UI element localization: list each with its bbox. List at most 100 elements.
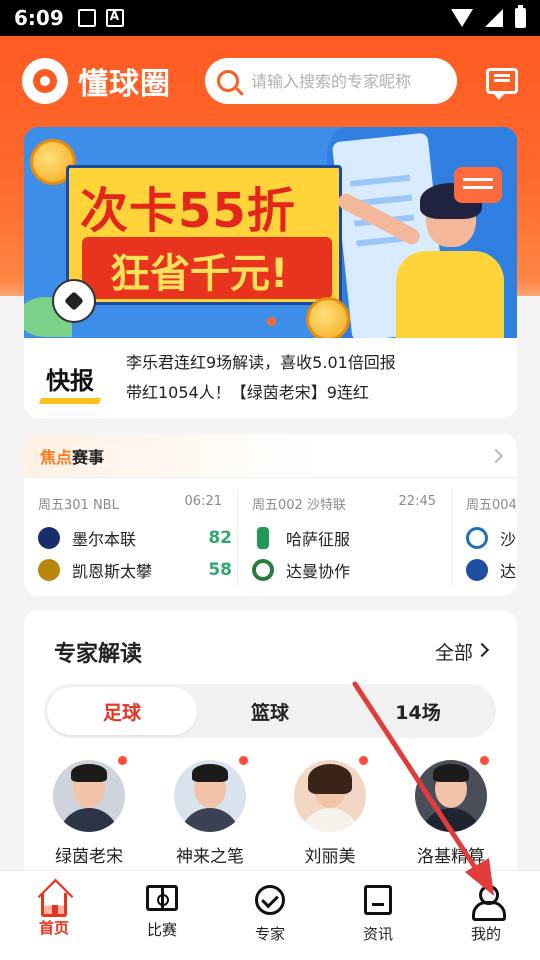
tab-label: 首页 [38, 919, 69, 937]
avatar-suit [421, 808, 481, 832]
tab-label: 专家 [254, 925, 285, 943]
search-bar[interactable] [205, 58, 457, 104]
app-logo-icon [22, 58, 68, 104]
app-name: 懂球圈 [78, 67, 171, 102]
text-notification-icon [105, 9, 124, 27]
news-line: 李乐君连红9场解读，喜收5.01倍回报 [126, 353, 396, 372]
coin-illustration [306, 297, 350, 338]
team-logo-icon [257, 527, 269, 549]
match-strip: 周五301 NBL 06:21 墨尔本联 82 凯恩斯太攀 58 周五002 沙… [24, 486, 517, 596]
search-icon [217, 70, 239, 92]
avatar-suit [180, 808, 240, 832]
team-logo-icon [38, 559, 60, 581]
sport-tabs: 足球 篮球 14场 [44, 684, 496, 738]
team-row-home: 沙 [466, 524, 517, 552]
expert-item[interactable]: 洛基精算 [391, 756, 511, 867]
team-score: 58 [208, 560, 232, 580]
avatar-hair [192, 764, 228, 782]
promo-subline: 狂省千元! [110, 251, 289, 297]
signal-icon [485, 9, 503, 27]
promo-banner[interactable]: 次卡55折 狂省千元! [24, 127, 517, 338]
person-body [396, 251, 504, 338]
team-row-home: 哈萨征服 [252, 524, 448, 552]
chat-bubble-icon [454, 167, 502, 203]
search-input[interactable] [251, 71, 441, 91]
expert-name: 刘丽美 [304, 847, 356, 867]
battery-icon [515, 5, 526, 28]
expert-item[interactable]: 绿茵老宋 [29, 756, 149, 867]
avatar [174, 760, 246, 832]
status-bar: 6:09 [0, 0, 540, 36]
news-tag: 快报 [24, 361, 116, 396]
carousel-indicator [267, 317, 276, 326]
match-time: 22:45 [398, 494, 436, 509]
match-card[interactable]: 周五004 沙 达 [452, 486, 517, 592]
news-ticker[interactable]: 快报 李乐君连红9场解读，喜收5.01倍回报 带红1054人！【绿茵老宋】9连红 [24, 338, 517, 418]
expert-item[interactable]: 刘丽美 [270, 756, 390, 867]
unread-dot [239, 756, 248, 765]
expert-icon [255, 885, 285, 915]
expert-name: 绿茵老宋 [55, 847, 123, 867]
tab-14-matches[interactable]: 14场 [343, 687, 493, 735]
home-icon [41, 893, 67, 917]
view-all-link[interactable]: 全部 [435, 638, 473, 665]
promo-headline: 次卡55折 [80, 183, 296, 239]
match-meta: 周五301 NBL [38, 498, 119, 513]
team-row-away: 凯恩斯太攀 58 [38, 556, 234, 584]
tab-football[interactable]: 足球 [47, 687, 197, 735]
team-name: 达曼协作 [286, 562, 351, 581]
avatar-suit [300, 808, 360, 832]
team-row-home: 墨尔本联 82 [38, 524, 234, 552]
avatar-hair [71, 764, 107, 782]
focus-title: 焦点赛事 [40, 444, 104, 468]
person-illustration [335, 183, 508, 338]
section-title: 专家解读 [54, 642, 143, 667]
expert-name: 洛基精算 [417, 847, 485, 867]
chevron-right-icon[interactable] [474, 642, 490, 658]
avatar-hair [308, 764, 352, 794]
tab-matches[interactable]: 比赛 [108, 885, 216, 940]
team-logo-icon [466, 559, 488, 581]
team-name: 墨尔本联 [72, 530, 137, 549]
match-meta: 周五002 沙特联 [252, 498, 346, 513]
news-line: 带红1054人！【绿茵老宋】9连红 [126, 383, 369, 402]
chevron-right-icon[interactable] [488, 448, 504, 463]
tab-home[interactable]: 首页 [0, 885, 108, 938]
team-row-away: 达曼协作 [252, 556, 448, 584]
avatar [53, 760, 125, 832]
status-time: 6:09 [14, 6, 64, 30]
focus-title-rest: 赛事 [72, 447, 105, 467]
match-card[interactable]: 周五301 NBL 06:21 墨尔本联 82 凯恩斯太攀 58 [24, 486, 238, 592]
news-lines: 李乐君连红9场解读，喜收5.01倍回报 带红1054人！【绿茵老宋】9连红 [116, 348, 396, 408]
match-meta: 周五004 [466, 498, 517, 513]
team-name: 达 [500, 562, 517, 581]
focus-header[interactable]: 焦点赛事 [24, 434, 517, 478]
avatar [415, 760, 487, 832]
unread-dot [359, 756, 368, 765]
tab-label: 我的 [470, 925, 501, 943]
avatar-suit [59, 808, 119, 832]
news-icon [364, 885, 392, 915]
tab-label: 比赛 [146, 921, 177, 939]
profile-icon [471, 885, 506, 921]
avatar-hair [433, 764, 469, 782]
app-header: 懂球圈 [0, 36, 540, 126]
football-icon [52, 279, 96, 323]
team-name: 凯恩斯太攀 [72, 562, 153, 581]
match-card[interactable]: 周五002 沙特联 22:45 哈萨征服 达曼协作 [238, 486, 452, 592]
expert-item[interactable]: 神来之笔 [150, 756, 270, 867]
unread-dot [118, 756, 127, 765]
tab-experts[interactable]: 专家 [216, 885, 324, 944]
expert-name: 神来之笔 [176, 847, 244, 867]
team-name: 哈萨征服 [286, 530, 351, 549]
tab-basketball[interactable]: 篮球 [195, 687, 345, 735]
team-logo-icon [38, 527, 60, 549]
bottom-tab-bar: 首页 比赛 专家 资讯 我的 [0, 870, 540, 960]
team-logo-icon [252, 559, 274, 581]
message-icon[interactable] [486, 68, 518, 100]
tab-news[interactable]: 资讯 [324, 885, 432, 944]
tab-profile[interactable]: 我的 [432, 885, 540, 944]
focus-matches-card: 焦点赛事 周五301 NBL 06:21 墨尔本联 82 凯恩斯太攀 58 周五… [24, 434, 517, 596]
focus-title-highlight: 焦点 [40, 447, 73, 467]
wifi-icon [451, 9, 473, 27]
